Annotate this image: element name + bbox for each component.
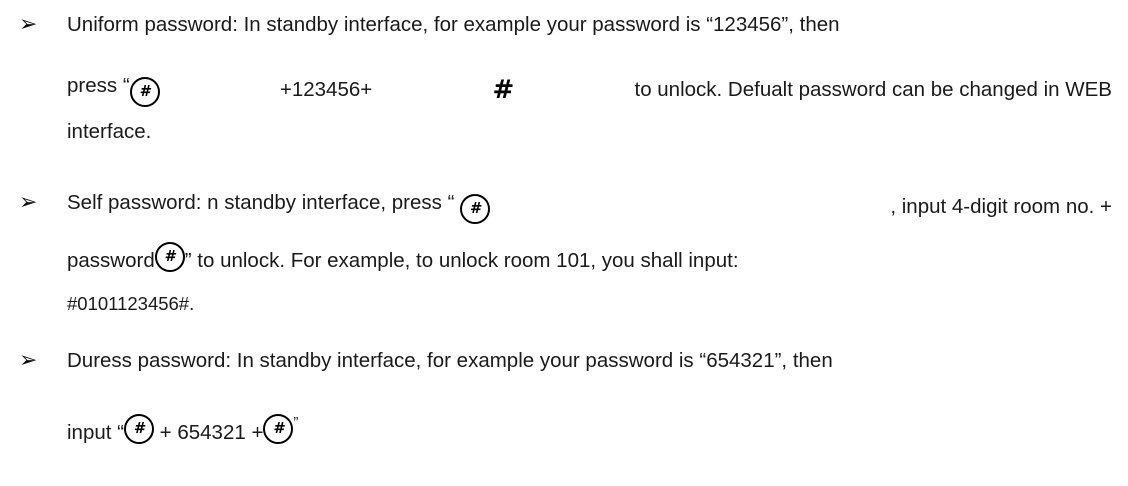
uniform-password-line-1: Uniform password: In standby interface, …	[67, 13, 840, 36]
document-page: ➢ Uniform password: In standby interface…	[0, 0, 1128, 486]
text-segment: input “	[67, 421, 124, 444]
text-segment: press “	[67, 74, 130, 97]
duress-password-line-1: Duress password: In standby interface, f…	[67, 349, 833, 372]
bullet-arrow-icon: ➢	[19, 12, 38, 37]
hash-key-circle-icon: #	[123, 414, 154, 444]
text-segment: to unlock. For example, to unlock room 1…	[191, 249, 739, 272]
hash-key-circle-icon: #	[460, 194, 491, 224]
self-password-line-2: password #” to unlock. For example, to un…	[67, 242, 1112, 282]
self-password-line-1: Self password: n standby interface, pres…	[67, 190, 1112, 224]
hash-key-icon: #	[492, 75, 515, 105]
bullet-arrow-icon: ➢	[19, 348, 38, 373]
self-password-line-3: #0101123456#.	[67, 293, 195, 314]
text-segment: + 654321 +	[153, 421, 264, 444]
hash-key-circle-icon: #	[263, 414, 294, 444]
duress-password-line-2: input “# + 654321 + #”	[67, 410, 1112, 454]
uniform-password-line-3: interface.	[67, 120, 152, 143]
text-segment: , input 4-digit room no. +	[890, 195, 1112, 218]
hash-key-circle-icon: #	[154, 242, 185, 272]
hash-key-circle-icon: #	[129, 77, 160, 107]
text-segment: ”	[293, 414, 299, 431]
text-segment: Self password: n standby interface, pres…	[67, 191, 461, 214]
text-segment: password	[67, 249, 155, 272]
bullet-arrow-icon: ➢	[19, 190, 38, 215]
uniform-password-line-2: press “# +123456+ # to unlock. Defualt p…	[67, 73, 1112, 107]
text-segment: to unlock. Defualt password can be chang…	[628, 78, 1112, 101]
text-segment: +123456+	[274, 78, 378, 101]
text-segment: ”	[184, 249, 192, 272]
